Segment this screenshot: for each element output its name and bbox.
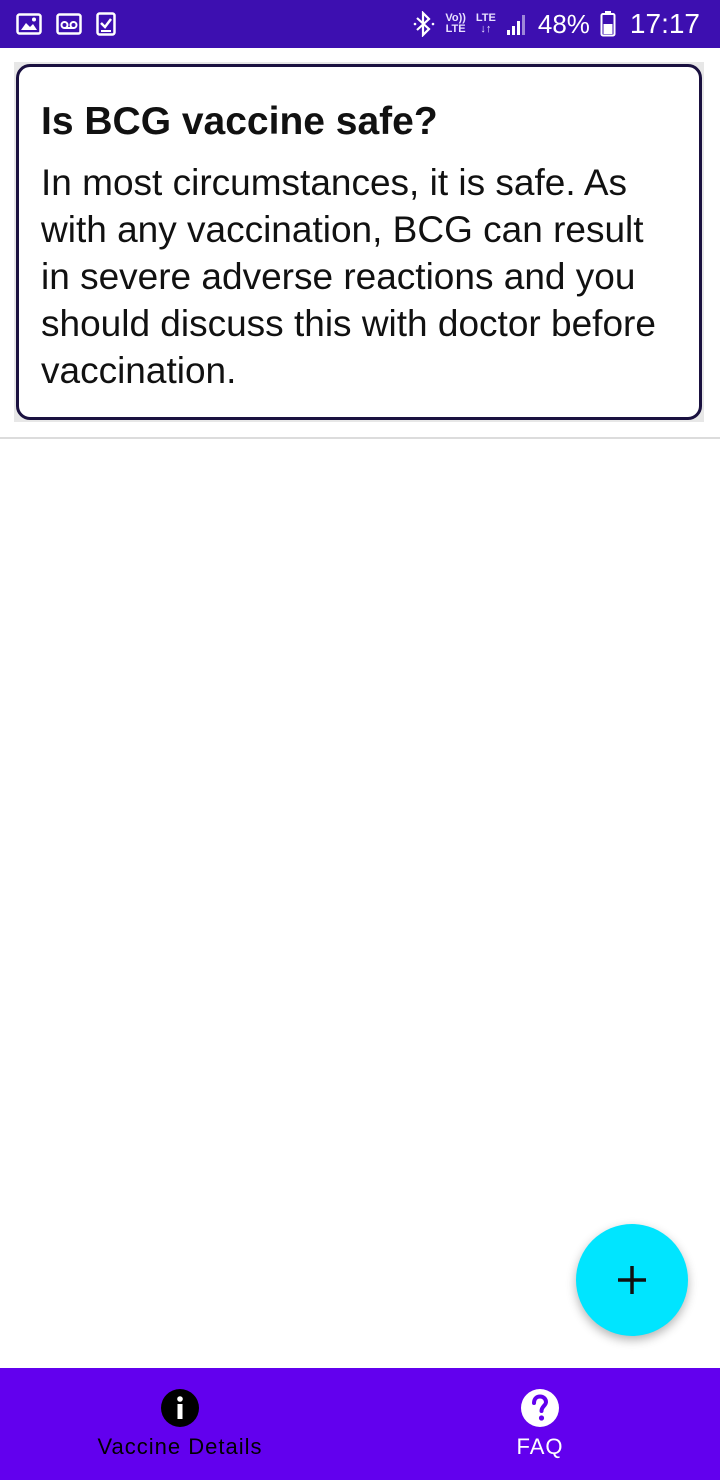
volte-bottom-label: LTE <box>445 23 466 35</box>
volte-indicator: Vo)) LTE <box>445 13 466 35</box>
battery-percent: 48% <box>537 8 590 39</box>
status-left-icons <box>16 12 116 36</box>
faq-card[interactable]: Is BCG vaccine safe? In most circumstanc… <box>16 64 702 420</box>
voicemail-icon <box>56 13 82 35</box>
bottom-navigation: Vaccine Details FAQ <box>0 1368 720 1480</box>
bluetooth-icon <box>413 11 435 37</box>
clock: 17:17 <box>629 8 700 39</box>
task-icon <box>96 12 116 36</box>
info-icon <box>161 1389 199 1427</box>
status-bar: Vo)) LTE LTE ↓↑ 48% 17:17 <box>0 0 720 48</box>
plus-icon <box>618 1266 646 1294</box>
nav-item-faq[interactable]: FAQ <box>360 1368 720 1480</box>
faq-question: Is BCG vaccine safe? <box>41 100 438 143</box>
nav-label-vaccine-details: Vaccine Details <box>97 1434 263 1459</box>
signal-icon <box>506 12 528 36</box>
app-screen: Vo)) LTE LTE ↓↑ 48% 17:17 Is BCG vaccine… <box>0 0 720 1480</box>
battery-icon <box>600 11 616 37</box>
list-divider <box>0 437 720 439</box>
status-right-icons: Vo)) LTE LTE ↓↑ 48% 17:17 <box>413 8 700 40</box>
data-arrows-icon: ↓↑ <box>480 23 492 35</box>
faq-answer: In most circumstances, it is safe. As wi… <box>41 162 656 391</box>
gallery-icon <box>16 13 42 35</box>
nav-item-vaccine-details[interactable]: Vaccine Details <box>0 1368 360 1480</box>
lte-indicator: LTE ↓↑ <box>476 13 496 35</box>
help-icon <box>521 1389 559 1427</box>
add-fab-button[interactable] <box>576 1224 688 1336</box>
faq-card-container: Is BCG vaccine safe? In most circumstanc… <box>14 62 704 422</box>
nav-label-faq: FAQ <box>516 1434 564 1459</box>
